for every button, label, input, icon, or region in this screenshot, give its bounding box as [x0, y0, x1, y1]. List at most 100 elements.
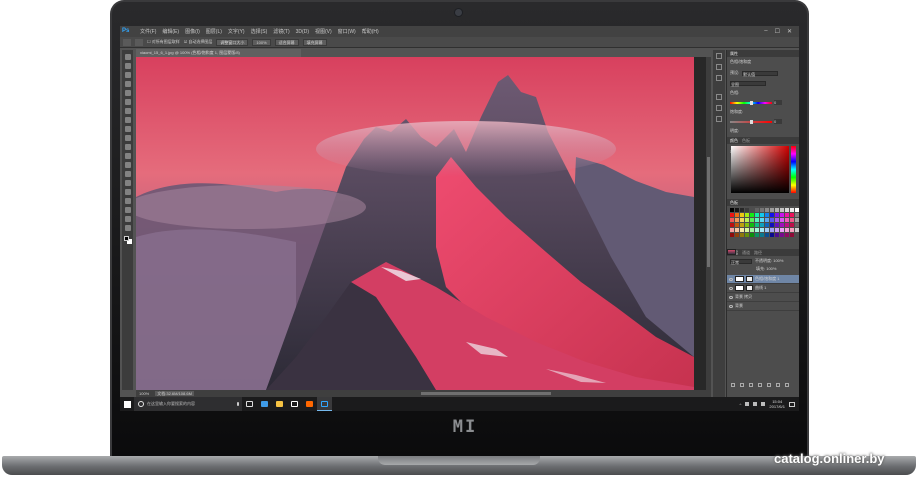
color-swatch[interactable] [759, 212, 765, 218]
color-swatch[interactable] [789, 217, 795, 223]
color-swatch[interactable] [764, 208, 770, 213]
menu-3d[interactable]: 3D(D) [293, 29, 312, 35]
marquee-tool-icon[interactable] [124, 63, 131, 69]
history-panel-icon[interactable] [716, 53, 722, 59]
brush-panel-icon[interactable] [716, 94, 722, 100]
color-swatch[interactable] [739, 217, 745, 223]
healing-tool-icon[interactable] [124, 108, 131, 114]
color-swatch[interactable] [754, 208, 760, 213]
option-resize-window[interactable]: 调整窗口大小 [216, 38, 249, 46]
close-button[interactable]: ✕ [787, 28, 792, 35]
color-swatch[interactable] [794, 232, 799, 238]
menu-window[interactable]: 窗口(W) [335, 28, 359, 35]
color-swatch[interactable] [730, 217, 735, 223]
option-auto-select[interactable]: ☑ 自动选择图层 [184, 39, 213, 45]
color-swatch[interactable] [759, 222, 765, 228]
color-swatch[interactable] [734, 217, 740, 223]
menu-select[interactable]: 选择(S) [248, 28, 271, 35]
gradient-tool-icon[interactable] [124, 153, 131, 159]
color-swatch[interactable] [764, 227, 770, 233]
color-swatch[interactable] [769, 208, 775, 213]
color-swatch[interactable] [730, 212, 735, 218]
color-swatch[interactable] [764, 222, 770, 228]
eraser-tool-icon[interactable] [124, 144, 131, 150]
hand-tool-icon[interactable] [124, 216, 131, 222]
color-swatch[interactable] [739, 208, 745, 213]
swatch-grid[interactable] [730, 208, 799, 238]
color-swatch[interactable] [774, 217, 780, 223]
document-tab[interactable]: xiaomi_15_6_1.jpg @ 100% (色相/饱和度 1, 图层蒙版… [136, 49, 301, 57]
canvas-area[interactable] [136, 57, 711, 390]
color-swatches[interactable] [123, 236, 132, 244]
color-swatch[interactable] [764, 212, 770, 218]
type-tool-icon[interactable] [124, 189, 131, 195]
fit-screen-button[interactable]: 适合屏幕 [274, 38, 299, 46]
menu-view[interactable]: 视图(V) [312, 28, 335, 35]
color-swatch[interactable] [744, 217, 750, 223]
menu-layer[interactable]: 图层(L) [203, 28, 225, 35]
color-picker-field[interactable] [731, 146, 789, 193]
task-view-button[interactable] [242, 397, 257, 411]
dodge-tool-icon[interactable] [124, 171, 131, 177]
color-swatch[interactable] [754, 212, 760, 218]
color-swatch[interactable] [739, 222, 745, 228]
preset-select[interactable]: 默认值 [742, 70, 779, 77]
edge-button[interactable] [257, 397, 272, 411]
color-swatch[interactable] [769, 217, 775, 223]
paths-tab[interactable]: 路径 [754, 250, 762, 256]
store-button[interactable] [287, 397, 302, 411]
new-group-icon[interactable] [767, 383, 771, 387]
menu-file[interactable]: 文件(F) [137, 28, 159, 35]
color-swatch[interactable] [789, 222, 795, 228]
lasso-tool-icon[interactable] [124, 72, 131, 78]
stamp-tool-icon[interactable] [124, 126, 131, 132]
color-swatch[interactable] [734, 232, 740, 238]
add-mask-icon[interactable] [749, 383, 753, 387]
hue-strip[interactable] [791, 146, 796, 193]
new-layer-icon[interactable] [776, 383, 780, 387]
microphone-icon[interactable] [237, 402, 239, 406]
color-swatch[interactable] [779, 227, 785, 233]
status-doc-info[interactable]: 文档:32.6M/108.6M [155, 391, 194, 396]
volume-icon[interactable] [753, 402, 758, 406]
battery-icon[interactable] [761, 402, 766, 406]
color-swatch[interactable] [754, 232, 760, 238]
color-swatch[interactable] [784, 217, 790, 223]
path-select-tool-icon[interactable] [124, 198, 131, 204]
menu-edit[interactable]: 编辑(E) [159, 28, 182, 35]
delete-layer-icon[interactable] [785, 383, 789, 387]
taskbar-clock[interactable]: 15:04 2017/6/1 [769, 399, 785, 409]
swatches-tab[interactable]: 色板 [742, 138, 750, 144]
network-icon[interactable] [745, 402, 750, 406]
color-swatch[interactable] [794, 212, 799, 218]
color-swatch[interactable] [744, 222, 750, 228]
taskbar-search[interactable]: 在这里输入你要搜索的内容 [134, 397, 242, 411]
layer-row[interactable]: 曲线 1 [727, 284, 799, 293]
color-swatch[interactable] [734, 208, 740, 213]
info-panel-icon[interactable] [716, 75, 722, 81]
color-swatch[interactable] [774, 232, 780, 238]
horizontal-scroll-thumb[interactable] [421, 392, 551, 395]
color-swatch[interactable] [744, 208, 750, 213]
color-swatch[interactable] [774, 208, 780, 213]
color-swatch[interactable] [784, 232, 790, 238]
paragraph-panel-icon[interactable] [716, 116, 722, 122]
mi-app-button[interactable] [302, 397, 317, 411]
color-swatch[interactable] [730, 222, 735, 228]
color-swatch[interactable] [759, 217, 765, 223]
color-swatch[interactable] [794, 217, 799, 223]
color-swatch[interactable] [754, 227, 760, 233]
color-swatch[interactable] [749, 222, 755, 228]
actions-panel-icon[interactable] [716, 64, 722, 70]
zoom-tool-icon[interactable] [124, 225, 131, 231]
color-swatch[interactable] [730, 227, 735, 233]
color-swatch[interactable] [774, 227, 780, 233]
cortana-icon[interactable] [138, 401, 144, 407]
hue-value[interactable]: 0 [774, 100, 782, 105]
color-swatch[interactable] [749, 212, 755, 218]
eyedropper-tool-icon[interactable] [124, 99, 131, 105]
color-swatch[interactable] [769, 232, 775, 238]
color-swatch[interactable] [779, 212, 785, 218]
color-swatch[interactable] [739, 232, 745, 238]
saturation-slider[interactable] [730, 119, 772, 124]
